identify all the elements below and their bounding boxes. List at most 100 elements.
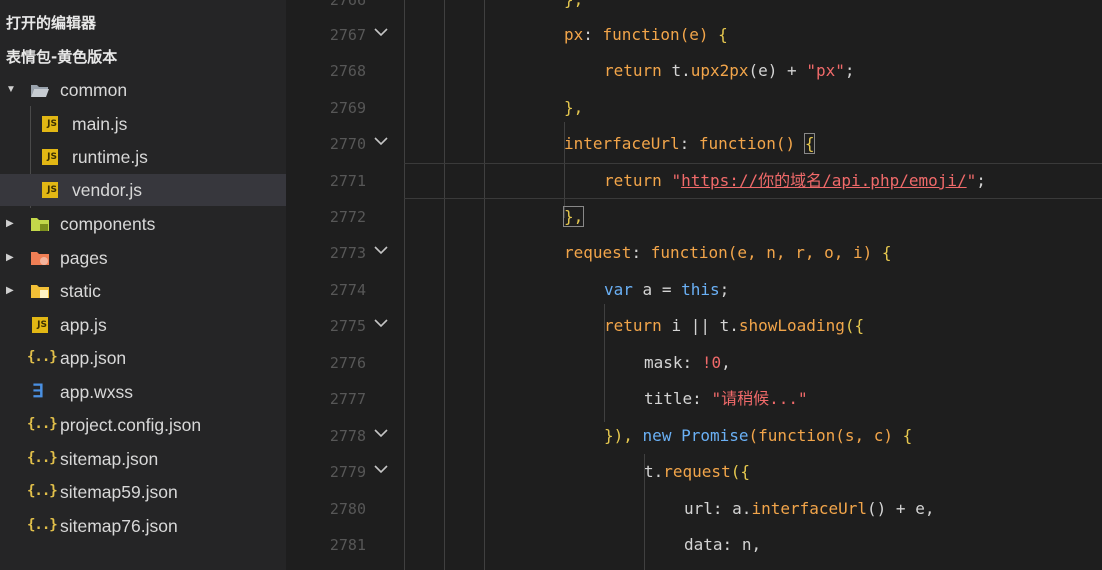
code-line: return i || t.showLoading({ — [604, 308, 864, 344]
code-token: request — [663, 462, 731, 481]
code-token: }, — [564, 98, 584, 117]
js-file-icon: JS — [42, 116, 58, 132]
line-number: 2775 — [329, 317, 366, 335]
code-token: function — [602, 25, 680, 44]
code-line: title: "请稍候..." — [644, 381, 808, 417]
tree-item-label: app.js — [60, 314, 107, 335]
indent-guide — [404, 0, 405, 570]
fold-chevron-icon[interactable] — [374, 245, 388, 259]
code-token: (s, c) — [835, 426, 894, 445]
code-token: showLoading — [738, 316, 845, 335]
code-token: }), — [604, 426, 633, 445]
tree-item-vendor-js[interactable]: JS vendor.js — [0, 174, 286, 206]
line-number: 2772 — [329, 208, 366, 226]
code-token: i || t. — [671, 316, 739, 335]
code-line: }, — [564, 0, 583, 18]
code-token: Promise — [681, 426, 749, 445]
tree-item-pages[interactable]: ▶ pages — [0, 242, 286, 274]
tree-item-label: project.config.json — [60, 414, 202, 435]
line-number: 2769 — [329, 99, 366, 117]
code-token: t. — [644, 462, 664, 481]
explorer-sidebar: 打开的编辑器 表情包-黄色版本 ▼ common JS main.js JS r… — [0, 0, 286, 570]
code-line: data: n, — [684, 527, 761, 563]
code-line: }), new Promise(function(s, c) { — [604, 418, 912, 454]
open-editors-header[interactable]: 打开的编辑器 — [6, 10, 96, 36]
code-line: mask: !0, — [644, 353, 731, 372]
code-token: return — [604, 316, 662, 335]
fold-chevron-icon[interactable] — [374, 27, 388, 41]
js-file-icon: JS — [42, 149, 58, 165]
line-number: 2778 — [329, 427, 366, 445]
tree-item-sitemap-json[interactable]: {..} sitemap.json — [0, 443, 286, 475]
code-token: { — [881, 243, 892, 262]
fold-chevron-icon[interactable] — [374, 428, 388, 442]
tree-item-sitemap59-json[interactable]: {..} sitemap59.json — [0, 476, 286, 508]
code-line: px: function(e) { — [564, 25, 728, 44]
chevron-right-icon: ▶ — [6, 218, 14, 229]
fold-chevron-icon[interactable] — [374, 136, 388, 150]
code-token: " — [966, 171, 977, 190]
line-number: 2776 — [329, 354, 366, 372]
code-token: request — [564, 243, 632, 262]
chevron-right-icon: ▶ — [6, 285, 14, 296]
tree-item-runtime-js[interactable]: JS runtime.js — [0, 141, 286, 173]
code-token: ({ — [844, 316, 865, 335]
code-line: request: function(e, n, r, o, i) { — [564, 243, 892, 262]
code-token: return — [604, 61, 662, 80]
line-number: 2771 — [329, 172, 366, 190]
json-file-icon: {..} — [27, 483, 58, 499]
line-number: 2780 — [329, 500, 366, 518]
code-token: ({ — [730, 462, 750, 481]
json-file-icon: {..} — [27, 416, 58, 432]
code-token: px — [564, 25, 584, 44]
folder-static-icon — [30, 283, 50, 299]
tree-item-components[interactable]: ▶ components — [0, 208, 286, 240]
tree-item-project-config-json[interactable]: {..} project.config.json — [0, 409, 286, 441]
code-token: "px" — [806, 61, 845, 80]
code-editor[interactable]: 2766 2767 2768 2769 2770 2771 2772 2773 … — [292, 0, 1102, 570]
json-file-icon: {..} — [27, 517, 58, 533]
tree-item-main-js[interactable]: JS main.js — [0, 108, 286, 140]
code-line: }, — [562, 199, 585, 235]
js-file-icon: JS — [42, 182, 58, 198]
code-token: !0 — [701, 353, 722, 372]
line-number: 2773 — [329, 244, 366, 262]
code-token: a = — [642, 280, 672, 299]
tree-item-label: runtime.js — [72, 146, 148, 167]
code-token: function — [698, 134, 776, 153]
tree-item-label: static — [60, 280, 101, 301]
json-file-icon: {..} — [27, 349, 58, 365]
project-header[interactable]: 表情包-黄色版本 — [6, 44, 117, 70]
code-token: " — [671, 171, 682, 190]
url-link[interactable]: https://你的域名/api.php/emoji/ — [681, 171, 967, 190]
line-number: 2777 — [329, 390, 366, 408]
indent-guide — [484, 0, 485, 570]
code-token: (e) + — [748, 61, 797, 80]
tree-item-sitemap76-json[interactable]: {..} sitemap76.json — [0, 510, 286, 542]
code-token: { — [902, 426, 913, 445]
code-token: }, — [564, 0, 583, 9]
code-token: function — [650, 243, 728, 262]
code-token: new — [642, 426, 672, 445]
code-token: (e, n, r, o, i) — [727, 243, 873, 262]
code-token: mask: — [644, 353, 693, 372]
tree-item-app-wxss[interactable]: ∃ app.wxss — [0, 376, 286, 408]
code-token: data: — [684, 535, 733, 554]
chevron-right-icon: ▶ — [6, 252, 14, 263]
css-file-icon: ∃ — [32, 381, 44, 401]
js-file-icon: JS — [32, 317, 48, 333]
folder-components-icon — [30, 216, 50, 232]
fold-chevron-icon[interactable] — [374, 318, 388, 332]
folder-open-icon — [30, 82, 50, 98]
fold-chevron-icon[interactable] — [374, 464, 388, 478]
code-token: n, — [741, 535, 762, 554]
tree-item-common[interactable]: ▼ common — [0, 74, 286, 106]
tree-item-label: sitemap.json — [60, 448, 159, 469]
code-token: (e) — [679, 25, 709, 44]
code-line: t.request({ — [644, 454, 750, 490]
tree-item-app-json[interactable]: {..} app.json — [0, 342, 286, 374]
tree-item-static[interactable]: ▶ static — [0, 275, 286, 307]
code-line: return t.upx2px(e) + "px"; — [604, 61, 855, 80]
code-line: return "https://你的域名/api.php/emoji/"; — [604, 171, 986, 190]
tree-item-app-js[interactable]: JS app.js — [0, 309, 286, 341]
